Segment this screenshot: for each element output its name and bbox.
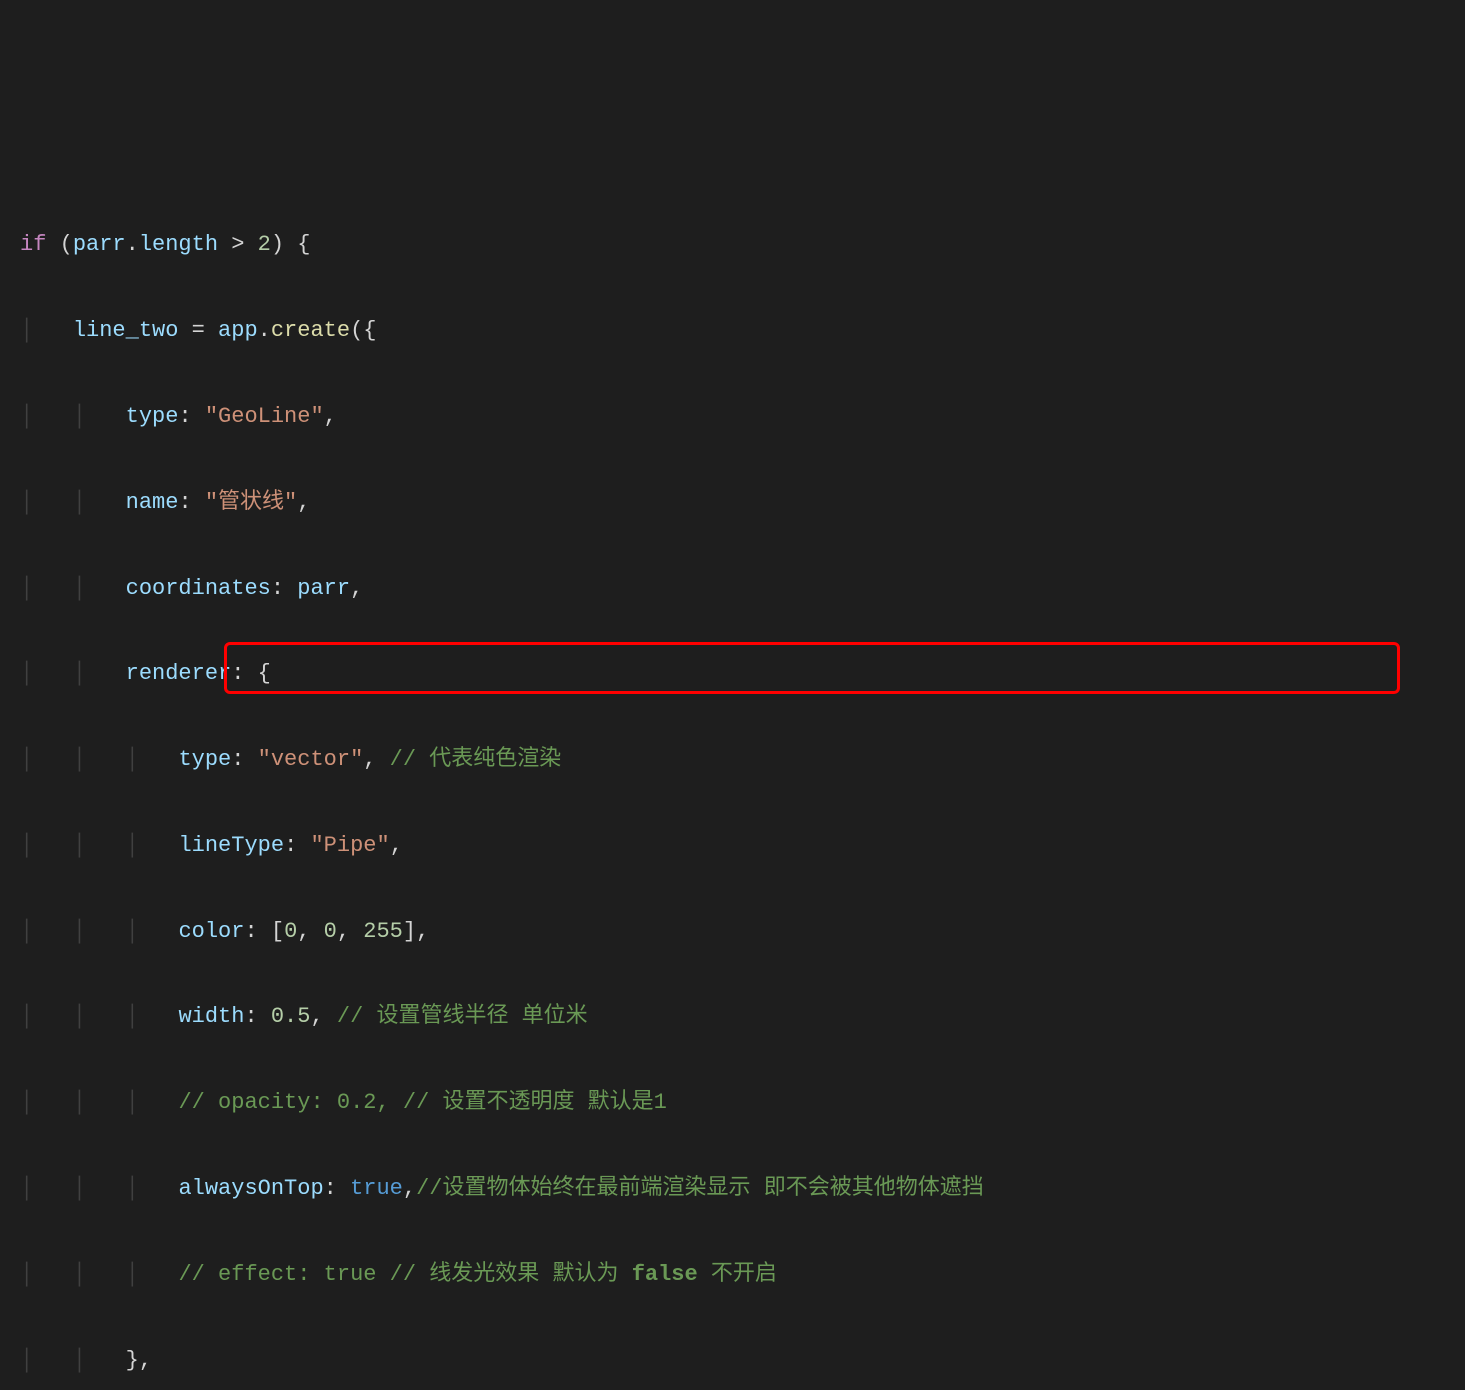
property-key: color (178, 919, 244, 944)
variable: line_two (73, 318, 179, 343)
number-literal: 0 (284, 919, 297, 944)
comment: // 设置管线半径 单位米 (324, 1004, 588, 1029)
punctuation: , (310, 1004, 323, 1029)
comment-text: // effect: true // 线发光效果 默认为 (178, 1262, 631, 1287)
property-key: alwaysOnTop (178, 1176, 323, 1201)
punctuation: : (284, 833, 310, 858)
string-literal: "管状线" (205, 490, 297, 515)
variable: parr (297, 576, 350, 601)
punctuation: : (271, 576, 297, 601)
punctuation: , (350, 576, 363, 601)
punctuation: , (297, 919, 323, 944)
comment: //设置物体始终在最前端渲染显示 即不会被其他物体遮挡 (416, 1176, 984, 1201)
indent-guide: │ │ │ (20, 825, 178, 868)
code-line[interactable]: if (parr.length > 2) { (20, 224, 1465, 267)
indent-guide: │ │ │ (20, 1082, 178, 1125)
indent-guide: │ (20, 310, 73, 353)
property-key: lineType (178, 833, 284, 858)
punctuation: [ (271, 919, 284, 944)
number-literal: 0 (324, 919, 337, 944)
punctuation: . (258, 318, 271, 343)
punctuation: , (363, 747, 376, 772)
string-literal: "vector" (258, 747, 364, 772)
property-key: type (178, 747, 231, 772)
code-line[interactable]: │ │ }, (20, 1340, 1465, 1383)
code-line[interactable]: │ │ │ // opacity: 0.2, // 设置不透明度 默认是1 (20, 1082, 1465, 1125)
punctuation: { (258, 661, 271, 686)
comment: // effect: true // 线发光效果 默认为 false 不开启 (178, 1262, 776, 1287)
code-line[interactable]: │ │ │ lineType: "Pipe", (20, 825, 1465, 868)
punctuation: ) { (271, 232, 311, 257)
property-key: width (178, 1004, 244, 1029)
punctuation: : (244, 1004, 270, 1029)
punctuation: : (231, 661, 257, 686)
variable: parr (73, 232, 126, 257)
operator: = (178, 318, 218, 343)
string-literal: "GeoLine" (205, 404, 324, 429)
punctuation: . (126, 232, 139, 257)
code-line[interactable]: │ line_two = app.create({ (20, 310, 1465, 353)
comment-bold: false (632, 1262, 698, 1287)
code-editor[interactable]: if (parr.length > 2) { │ line_two = app.… (20, 182, 1465, 1390)
comment: // 代表纯色渲染 (376, 747, 561, 772)
number-literal: 255 (363, 919, 403, 944)
comment: // opacity: 0.2, // 设置不透明度 默认是1 (178, 1090, 666, 1115)
indent-guide: │ │ │ (20, 996, 178, 1039)
indent-guide: │ │ │ (20, 1254, 178, 1297)
property-key: coordinates (126, 576, 271, 601)
punctuation: , (297, 490, 310, 515)
property: length (139, 232, 218, 257)
boolean-literal: true (350, 1176, 403, 1201)
property-key: renderer (126, 661, 232, 686)
punctuation: : (178, 404, 204, 429)
code-line[interactable]: │ │ │ color: [0, 0, 255], (20, 911, 1465, 954)
code-line-highlighted[interactable]: │ │ │ alwaysOnTop: true,//设置物体始终在最前端渲染显示… (20, 1168, 1465, 1211)
comment-text: 不开启 (698, 1262, 777, 1287)
punctuation: : (178, 490, 204, 515)
punctuation: }, (126, 1348, 152, 1373)
punctuation: : (244, 919, 270, 944)
variable: app (218, 318, 258, 343)
code-line[interactable]: │ │ renderer: { (20, 653, 1465, 696)
indent-guide: │ │ │ (20, 911, 178, 954)
code-line[interactable]: │ │ coordinates: parr, (20, 568, 1465, 611)
punctuation: , (403, 1176, 416, 1201)
function-call: create (271, 318, 350, 343)
punctuation: ( (46, 232, 72, 257)
property-key: name (126, 490, 179, 515)
code-line[interactable]: │ │ type: "GeoLine", (20, 396, 1465, 439)
indent-guide: │ │ (20, 396, 126, 439)
punctuation: ], (403, 919, 429, 944)
punctuation: , (324, 404, 337, 429)
property-key: type (126, 404, 179, 429)
number-literal: 0.5 (271, 1004, 311, 1029)
punctuation: , (390, 833, 403, 858)
punctuation: ({ (350, 318, 376, 343)
indent-guide: │ │ │ (20, 1168, 178, 1211)
code-line[interactable]: │ │ │ // effect: true // 线发光效果 默认为 false… (20, 1254, 1465, 1297)
indent-guide: │ │ │ (20, 739, 178, 782)
punctuation: : (324, 1176, 350, 1201)
string-literal: "Pipe" (310, 833, 389, 858)
code-line[interactable]: │ │ │ type: "vector", // 代表纯色渲染 (20, 739, 1465, 782)
indent-guide: │ │ (20, 1340, 126, 1383)
code-line[interactable]: │ │ │ width: 0.5, // 设置管线半径 单位米 (20, 996, 1465, 1039)
keyword-if: if (20, 232, 46, 257)
number-literal: 2 (258, 232, 271, 257)
indent-guide: │ │ (20, 482, 126, 525)
operator: > (218, 232, 258, 257)
code-line[interactable]: │ │ name: "管状线", (20, 482, 1465, 525)
indent-guide: │ │ (20, 653, 126, 696)
punctuation: , (337, 919, 363, 944)
indent-guide: │ │ (20, 568, 126, 611)
punctuation: : (231, 747, 257, 772)
